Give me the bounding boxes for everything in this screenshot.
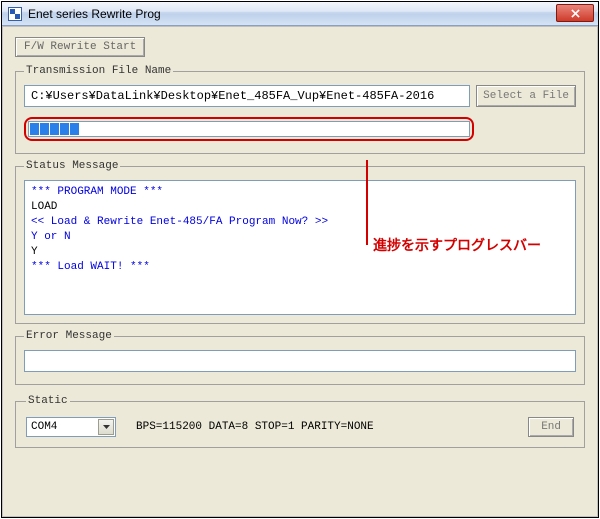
select-file-button[interactable]: Select a File	[476, 85, 576, 107]
status-line: *** PROGRAM MODE ***	[31, 185, 569, 200]
chevron-down-icon	[103, 425, 110, 429]
file-path-input[interactable]: C:¥Users¥DataLink¥Desktop¥Enet_485FA_Vup…	[24, 85, 470, 107]
progress-chunk	[50, 123, 59, 135]
progress-chunk	[40, 123, 49, 135]
annotation-label: 進捗を示すプログレスバー	[373, 235, 541, 255]
error-textarea[interactable]	[24, 350, 576, 372]
progress-chunk	[30, 123, 39, 135]
window-title: Enet series Rewrite Prog	[28, 7, 161, 21]
rewrite-start-button[interactable]: F/W Rewrite Start	[15, 37, 145, 57]
progress-chunk	[70, 123, 79, 135]
status-line: *** Load WAIT! ***	[31, 260, 569, 275]
annotation-line	[366, 160, 368, 245]
dropdown-button[interactable]	[98, 419, 114, 435]
progress-bar-highlight	[24, 117, 474, 141]
end-button[interactable]: End	[528, 417, 574, 437]
transmission-group: Transmission File Name C:¥Users¥DataLink…	[15, 65, 585, 154]
error-group: Error Message	[15, 330, 585, 385]
app-icon	[8, 7, 22, 21]
title-bar: Enet series Rewrite Prog	[2, 2, 598, 26]
file-path-text: C:¥Users¥DataLink¥Desktop¥Enet_485FA_Vup…	[31, 89, 434, 103]
progress-bar	[28, 121, 470, 137]
close-icon	[571, 9, 580, 18]
serial-params-text: BPS=115200 DATA=8 STOP=1 PARITY=NONE	[136, 421, 374, 433]
status-line: LOAD	[31, 200, 569, 215]
static-legend: Static	[26, 395, 70, 407]
com-port-select[interactable]: COM4	[26, 417, 116, 437]
progress-chunk	[60, 123, 69, 135]
status-legend: Status Message	[24, 160, 120, 172]
static-group: Static COM4 BPS=115200 DATA=8 STOP=1 PAR…	[15, 395, 585, 448]
error-legend: Error Message	[24, 330, 114, 342]
close-button[interactable]	[556, 4, 594, 22]
transmission-legend: Transmission File Name	[24, 65, 173, 77]
client-area: F/W Rewrite Start Transmission File Name…	[2, 26, 598, 517]
com-port-value: COM4	[31, 421, 57, 433]
status-line: << Load & Rewrite Enet-485/FA Program No…	[31, 215, 569, 230]
